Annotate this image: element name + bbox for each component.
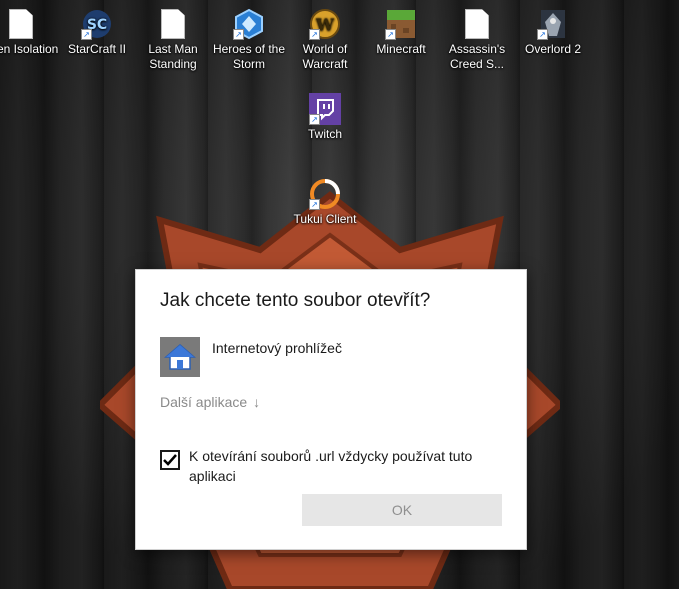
checkmark-icon (163, 454, 177, 466)
desktop-icon-twitch[interactable]: ↗ Twitch (286, 93, 364, 142)
document-icon (9, 9, 33, 39)
tukui-icon: ↗ (309, 178, 341, 210)
desktop-icon-assassins-creed[interactable]: Assassin's Creed S... (438, 8, 516, 72)
desktop-icon-heroes-of-the-storm[interactable]: ↗ Heroes of the Storm (210, 8, 288, 72)
desktop-icon-world-of-warcraft[interactable]: W ↗ World of Warcraft (286, 8, 364, 72)
desktop-icon-minecraft[interactable]: ↗ Minecraft (362, 8, 440, 57)
more-apps-link[interactable]: Další aplikace ↓ (160, 394, 260, 410)
desktop-icon-starcraft[interactable]: SC ↗ StarCraft II (58, 8, 136, 57)
twitch-icon: ↗ (309, 93, 341, 125)
desktop-icon-tukui-client[interactable]: ↗ Tukui Client (286, 178, 364, 227)
overlord-icon: ↗ (537, 8, 569, 40)
desktop-background: Alien Isolation SC ↗ StarCraft II Last M… (0, 0, 679, 589)
desktop-icon-alien-isolation[interactable]: Alien Isolation (0, 8, 60, 57)
desktop-icon-overlord-2[interactable]: ↗ Overlord 2 (514, 8, 592, 57)
app-option-internet-browser[interactable]: Internetový prohlížeč (160, 337, 342, 377)
dialog-title: Jak chcete tento soubor otevřít? (160, 290, 431, 311)
heroes-icon: ↗ (233, 8, 265, 40)
ok-button[interactable]: OK (302, 494, 502, 526)
document-icon (465, 9, 489, 39)
minecraft-icon: ↗ (385, 8, 417, 40)
starcraft-icon: SC ↗ (81, 8, 113, 40)
wow-icon: W ↗ (309, 8, 341, 40)
always-use-checkbox[interactable] (160, 450, 180, 470)
document-icon (161, 9, 185, 39)
arrow-down-icon: ↓ (253, 394, 261, 410)
open-with-dialog: Jak chcete tento soubor otevřít? Interne… (135, 269, 527, 550)
always-use-label: K otevírání souborů .url vždycky používa… (189, 448, 473, 484)
desktop-icon-last-man-standing[interactable]: Last Man Standing (134, 8, 212, 72)
app-option-label: Internetový prohlížeč (212, 340, 342, 356)
always-use-option[interactable]: K otevírání souborů .url vždycky používa… (160, 446, 510, 486)
home-icon (160, 337, 200, 377)
